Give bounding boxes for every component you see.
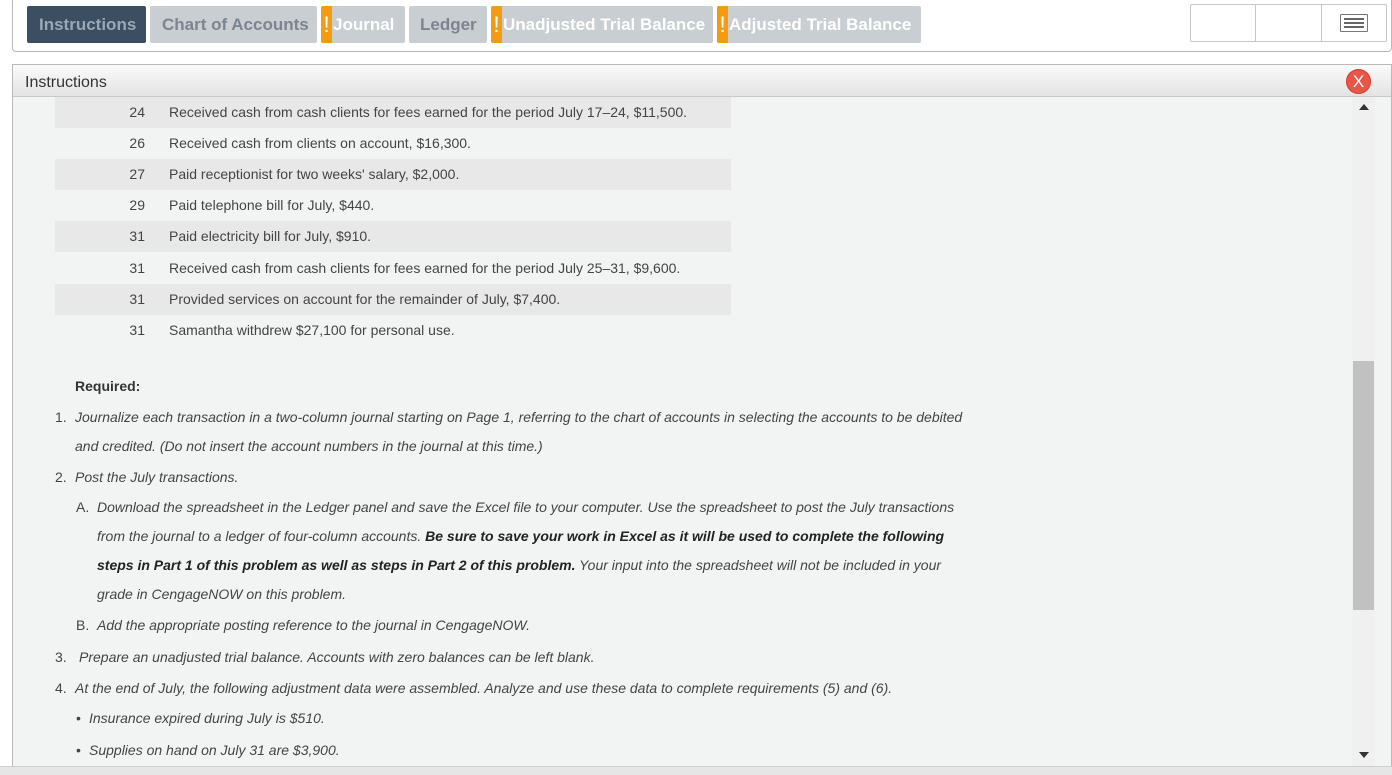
- toolbar-button-group: [1190, 4, 1387, 42]
- text-plain: Your input into the spreadsheet will not…: [579, 557, 942, 573]
- tab-label: Adjusted Trial Balance: [729, 15, 912, 34]
- scroll-thumb[interactable]: [1353, 361, 1374, 610]
- required-item-1-line-1: Journalize each transaction in a two-col…: [75, 409, 963, 425]
- required-item-1-line-2: and credited. (Do not insert the account…: [75, 438, 543, 454]
- transaction-day: 31: [129, 260, 145, 276]
- transaction-day: 29: [129, 197, 145, 213]
- tab-ledger[interactable]: Ledger: [409, 6, 487, 43]
- transaction-row: 26 Received cash from clients on account…: [55, 128, 731, 159]
- tab-journal[interactable]: ! Journal: [321, 6, 405, 43]
- tab-adjusted-trial-balance[interactable]: ! Adjusted Trial Balance: [717, 6, 921, 43]
- transaction-text: Paid electricity bill for July, $910.: [169, 228, 372, 244]
- adjustment-item: Insurance expired during July is $510.: [89, 710, 325, 726]
- transaction-text: Received cash from clients on account, $…: [169, 135, 471, 151]
- required-heading: Required:: [75, 378, 141, 394]
- scroll-up-arrow-icon[interactable]: [1352, 97, 1375, 117]
- toolbar-button-2[interactable]: [1256, 5, 1322, 41]
- transaction-row: 31 Received cash from cash clients for f…: [55, 253, 731, 284]
- transaction-text: Samantha withdrew $27,100 for personal u…: [169, 322, 455, 338]
- menu-icon: [1340, 14, 1368, 32]
- transaction-row: 31 Samantha withdrew $27,100 for persona…: [55, 315, 731, 346]
- transaction-row: 24 Received cash from cash clients for f…: [55, 97, 731, 128]
- required-item-3: Prepare an unadjusted trial balance. Acc…: [79, 649, 595, 665]
- toolbar-button-1[interactable]: [1191, 5, 1256, 41]
- transaction-day: 31: [129, 228, 145, 244]
- tab-bar: Instructions Chart of Accounts ! Journal…: [12, 0, 1392, 52]
- tab-label: Instructions: [39, 15, 137, 34]
- item-number: 4.: [55, 680, 67, 696]
- item-number: 1.: [55, 409, 67, 425]
- adjustment-item: Supplies on hand on July 31 are $3,900.: [89, 742, 340, 758]
- vertical-scrollbar[interactable]: [1352, 97, 1375, 773]
- text-plain: from the journal to a ledger of four-col…: [97, 528, 422, 544]
- warning-icon: !: [321, 6, 332, 43]
- instructions-panel: Instructions X 24 Received cash from cas…: [12, 64, 1392, 774]
- tab-label: Ledger: [420, 15, 477, 34]
- transaction-row: 31 Paid electricity bill for July, $910.: [55, 221, 731, 252]
- bullet-icon: •: [76, 742, 81, 758]
- panel-title: Instructions: [25, 74, 107, 91]
- transaction-day: 31: [129, 291, 145, 307]
- item-number: 2.: [55, 469, 67, 485]
- transaction-text: Received cash from cash clients for fees…: [169, 104, 688, 120]
- tab-label: Chart of Accounts: [162, 15, 309, 34]
- scroll-down-arrow-icon[interactable]: [1352, 745, 1375, 765]
- transaction-text: Paid telephone bill for July, $440.: [169, 197, 375, 213]
- transaction-text: Provided services on account for the rem…: [169, 291, 561, 307]
- item-letter: B.: [76, 617, 90, 633]
- text-bold: Be sure to save your work in Excel as it…: [425, 528, 945, 544]
- item-letter: A.: [76, 499, 90, 515]
- transaction-row: 27 Paid receptionist for two weeks' sala…: [55, 159, 731, 190]
- transaction-day: 27: [129, 166, 145, 182]
- transaction-row: 31 Provided services on account for the …: [55, 284, 731, 315]
- transaction-row: 29 Paid telephone bill for July, $440.: [55, 190, 731, 221]
- required-item-2a-line-1: Download the spreadsheet in the Ledger p…: [97, 499, 955, 515]
- panel-header: Instructions X: [13, 65, 1391, 97]
- tab-unadjusted-trial-balance[interactable]: ! Unadjusted Trial Balance: [491, 6, 713, 43]
- transaction-text: Received cash from cash clients for fees…: [169, 260, 681, 276]
- required-item-2a-line-2: from the journal to a ledger of four-col…: [97, 528, 944, 544]
- warning-icon: !: [491, 6, 502, 43]
- item-number: 3.: [55, 649, 67, 665]
- required-item-4: At the end of July, the following adjust…: [75, 680, 893, 696]
- warning-icon: !: [717, 6, 728, 43]
- text-bold: steps in Part 1 of this problem as well …: [97, 557, 576, 573]
- required-item-2: Post the July transactions.: [75, 469, 239, 485]
- transaction-day: 26: [129, 135, 145, 151]
- tab-chart-of-accounts[interactable]: Chart of Accounts: [150, 6, 317, 43]
- required-item-2b: Add the appropriate posting reference to…: [97, 617, 530, 633]
- transaction-text: Paid receptionist for two weeks' salary,…: [169, 166, 460, 182]
- required-item-2a-line-4: grade in CengageNOW on this problem.: [97, 586, 347, 602]
- required-item-2a-line-3: steps in Part 1 of this problem as well …: [97, 557, 941, 573]
- instructions-content: 24 Received cash from cash clients for f…: [13, 97, 1349, 773]
- tab-instructions[interactable]: Instructions: [27, 6, 146, 43]
- menu-button[interactable]: [1322, 5, 1386, 41]
- tab-label: Unadjusted Trial Balance: [503, 15, 706, 34]
- transaction-day: 24: [129, 104, 145, 120]
- bullet-icon: •: [76, 710, 81, 726]
- transaction-day: 31: [129, 322, 145, 338]
- close-button[interactable]: X: [1346, 69, 1371, 94]
- tab-label: Journal: [333, 15, 395, 34]
